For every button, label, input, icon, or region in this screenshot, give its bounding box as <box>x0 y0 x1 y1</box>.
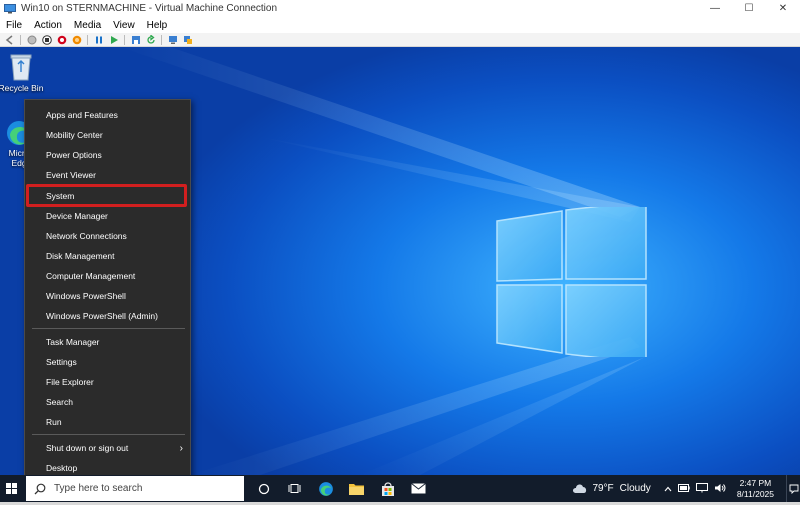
file-explorer-icon[interactable] <box>341 475 372 502</box>
cortana-circle-icon <box>258 483 269 494</box>
store-icon[interactable] <box>372 475 403 502</box>
weather-condition: Cloudy <box>619 483 651 494</box>
start-icon[interactable] <box>108 34 119 45</box>
notification-center-button[interactable] <box>786 475 800 502</box>
toolbar-separator <box>20 34 21 45</box>
vm-connection-icon <box>4 3 16 13</box>
menu-item-file-explorer[interactable]: File Explorer <box>25 372 190 392</box>
menu-item-event-viewer[interactable]: Event Viewer <box>25 165 190 185</box>
menu-divider <box>32 434 185 435</box>
toolbar-separator <box>161 34 162 45</box>
search-placeholder: Type here to search <box>54 483 143 494</box>
menu-media[interactable]: Media <box>68 20 107 31</box>
menu-item-label: Shut down or sign out <box>46 443 129 453</box>
red-highlight-box <box>26 184 187 207</box>
taskbar: Type here to search 79°F Cloudy 2:47 PM … <box>0 475 800 502</box>
desktop-icon-recycle-bin[interactable]: Recycle Bin <box>0 52 44 93</box>
edge-taskbar-icon[interactable] <box>310 475 341 502</box>
tray-icons <box>661 482 729 495</box>
network-icon[interactable] <box>695 482 708 495</box>
task-view-icon[interactable] <box>279 475 310 502</box>
menu-item-settings[interactable]: Settings <box>25 352 190 372</box>
chevron-up-icon[interactable] <box>664 484 672 494</box>
vm-toolbar <box>0 33 800 47</box>
menu-item-power-options[interactable]: Power Options <box>25 145 190 165</box>
window-title: Win10 on STERNMACHINE - Virtual Machine … <box>21 3 278 14</box>
menu-item-disk-management[interactable]: Disk Management <box>25 246 190 266</box>
menu-view[interactable]: View <box>107 20 141 31</box>
menu-help[interactable]: Help <box>141 20 174 31</box>
taskbar-pinned-apps <box>248 475 434 502</box>
menubar: File Action Media View Help <box>0 17 800 33</box>
taskbar-clock[interactable]: 2:47 PM 8/11/2025 <box>737 478 774 500</box>
menu-item-windows-powershell-admin[interactable]: Windows PowerShell (Admin) <box>25 306 190 326</box>
close-button[interactable]: ✕ <box>766 0 800 17</box>
minimize-button[interactable]: — <box>698 0 732 17</box>
menu-item-device-manager[interactable]: Device Manager <box>25 206 190 226</box>
mail-icon[interactable] <box>403 475 434 502</box>
system-tray: 79°F Cloudy 2:47 PM 8/11/2025 <box>572 475 800 502</box>
start-button[interactable] <box>0 475 22 502</box>
stop-icon[interactable] <box>41 34 52 45</box>
menu-item-mobility-center[interactable]: Mobility Center <box>25 125 190 145</box>
revert-icon[interactable] <box>145 34 156 45</box>
save-icon[interactable] <box>130 34 141 45</box>
pause-icon[interactable] <box>93 34 104 45</box>
taskbar-search-box[interactable]: Type here to search <box>26 476 244 501</box>
search-icon <box>34 483 46 494</box>
ctrl-alt-del-icon[interactable] <box>26 34 37 45</box>
volume-icon[interactable] <box>714 483 726 495</box>
enhanced-session-icon[interactable] <box>182 34 193 45</box>
windows-start-icon <box>5 483 17 494</box>
menu-item-search[interactable]: Search <box>25 392 190 412</box>
back-icon[interactable] <box>4 34 15 45</box>
chevron-right-icon: › <box>179 442 183 454</box>
windows-logo-wallpaper <box>496 207 647 357</box>
menu-item-shut-down-or-sign-out[interactable]: Shut down or sign out › <box>25 438 190 458</box>
shutdown-icon[interactable] <box>56 34 67 45</box>
menu-item-run[interactable]: Run <box>25 412 190 432</box>
menu-item-windows-powershell[interactable]: Windows PowerShell <box>25 286 190 306</box>
menu-item-apps-and-features[interactable]: Apps and Features <box>25 105 190 125</box>
notification-icon <box>789 484 798 494</box>
power-icon[interactable] <box>71 34 82 45</box>
maximize-button[interactable]: ☐ <box>732 0 766 17</box>
task-view-button[interactable] <box>248 475 279 502</box>
cloud-icon <box>573 484 587 493</box>
menu-divider <box>32 328 185 329</box>
clock-date: 8/11/2025 <box>736 488 774 499</box>
clock-time: 2:47 PM <box>739 477 772 488</box>
toolbar-separator <box>87 34 88 45</box>
weather-widget[interactable]: 79°F Cloudy <box>572 483 651 494</box>
menu-file[interactable]: File <box>0 20 28 31</box>
battery-icon[interactable] <box>677 483 690 494</box>
menu-item-network-connections[interactable]: Network Connections <box>25 226 190 246</box>
menu-action[interactable]: Action <box>28 20 68 31</box>
window-titlebar: Win10 on STERNMACHINE - Virtual Machine … <box>0 0 800 17</box>
toolbar-separator <box>124 34 125 45</box>
window-controls: — ☐ ✕ <box>698 0 800 17</box>
desktop-icon-label: Recycle Bin <box>0 83 44 93</box>
checkpoint-icon[interactable] <box>167 34 178 45</box>
winx-context-menu: Apps and Features Mobility Center Power … <box>24 99 191 482</box>
weather-temp: 79°F <box>592 483 614 494</box>
recycle-bin-icon <box>10 54 32 81</box>
menu-item-computer-management[interactable]: Computer Management <box>25 266 190 286</box>
menu-item-task-manager[interactable]: Task Manager <box>25 332 190 352</box>
